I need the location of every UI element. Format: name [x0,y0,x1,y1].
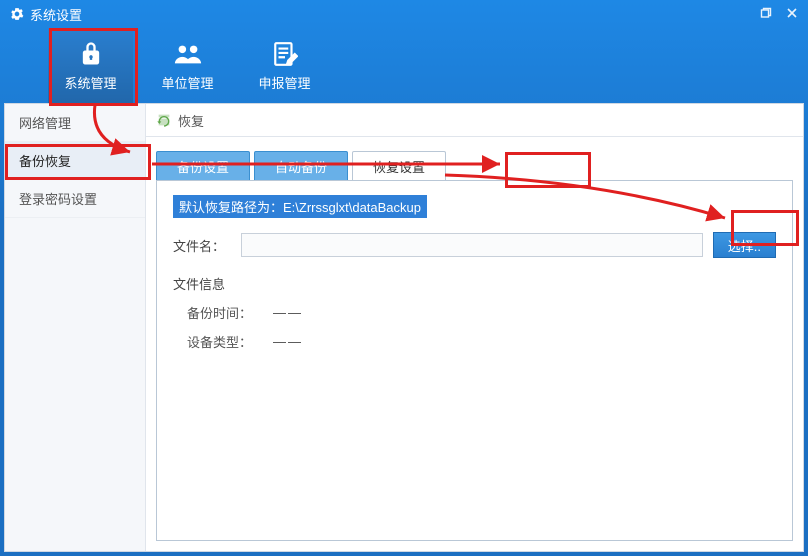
sidebar-item-network[interactable]: 网络管理 [5,104,145,142]
tab-backup-settings[interactable]: 备份设置 [156,151,250,180]
fileinfo-title: 文件信息 [173,274,776,293]
panel-restore: 默认恢复路径为：E:\Zrrssglxt\dataBackup 文件名： 选择.… [156,180,793,541]
tab-auto-backup[interactable]: 自动备份 [254,151,348,180]
sidebar-item-password[interactable]: 登录密码设置 [5,180,145,218]
doc-edit-icon [272,39,298,69]
breadcrumb-label: 恢复 [178,111,204,130]
default-path-notice: 默认恢复路径为：E:\Zrrssglxt\dataBackup [173,195,427,218]
backup-time-value: —— [273,305,303,320]
filename-input[interactable] [241,233,703,257]
backup-time-row: 备份时间： —— [173,303,776,322]
tab-label: 自动备份 [275,157,327,176]
topnav-org[interactable]: 单位管理 [145,28,230,103]
device-type-label: 设备类型： [187,332,273,351]
close-window-icon[interactable] [786,7,798,22]
lock-icon [77,39,105,69]
button-label: 选择.. [728,239,761,254]
breadcrumb: 恢复 [146,104,803,137]
restore-icon [156,112,172,128]
org-icon [173,39,203,69]
main-area: 恢复 备份设置 自动备份 恢复设置 默认恢复路径为：E:\Zrrssglxt\d… [146,104,803,551]
sidebar-item-label: 备份恢复 [19,154,71,169]
sidebar: 网络管理 备份恢复 登录密码设置 [5,104,146,551]
device-type-row: 设备类型： —— [173,332,776,351]
tab-restore-settings[interactable]: 恢复设置 [352,151,446,180]
filename-label: 文件名： [173,236,241,255]
topnav-label: 申报管理 [258,73,310,92]
top-nav: 系统管理 单位管理 申报管理 [0,28,808,103]
select-file-button[interactable]: 选择.. [713,232,776,258]
sidebar-item-label: 网络管理 [19,116,71,131]
topnav-declare[interactable]: 申报管理 [242,28,327,103]
restore-window-icon[interactable] [760,7,772,22]
backup-time-label: 备份时间： [187,303,273,322]
window-title: 系统设置 [30,5,82,24]
tabs: 备份设置 自动备份 恢复设置 [146,137,803,180]
filename-row: 文件名： 选择.. [173,232,776,258]
title-bar: 系统设置 [0,0,808,28]
topnav-system[interactable]: 系统管理 [48,28,133,103]
tab-label: 备份设置 [177,157,229,176]
sidebar-item-label: 登录密码设置 [19,192,97,207]
gear-icon [10,7,24,21]
sidebar-item-backup-restore[interactable]: 备份恢复 [5,142,145,180]
content-body: 网络管理 备份恢复 登录密码设置 恢复 备份设置 自动备份 恢复设置 默认恢复路… [4,103,804,552]
app-window: 系统设置 系统管理 单位管理 申报管理 [0,0,808,556]
device-type-value: —— [273,334,303,349]
tab-label: 恢复设置 [373,157,425,176]
topnav-label: 单位管理 [161,73,213,92]
topnav-label: 系统管理 [64,73,116,92]
